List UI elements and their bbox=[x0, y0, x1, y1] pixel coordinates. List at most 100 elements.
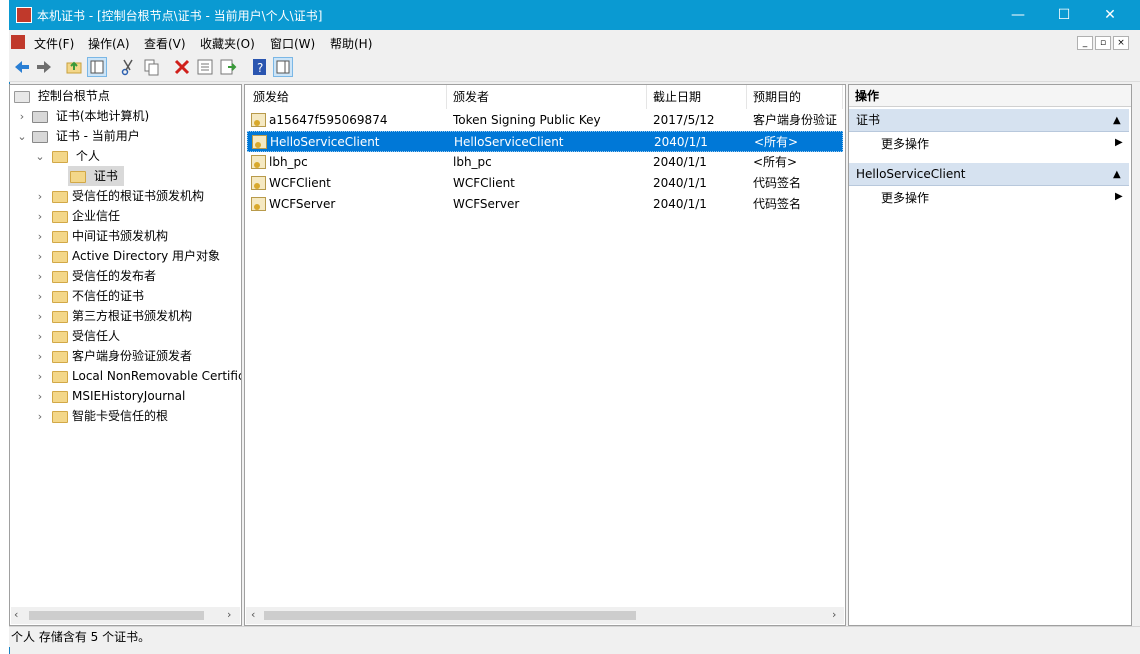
column-header-purposes[interactable]: 预期目的 bbox=[747, 85, 843, 109]
tree-item-trusted-people[interactable]: 受信任人 bbox=[52, 326, 120, 346]
action-section-header-certificates[interactable]: 证书 ▲ bbox=[849, 109, 1129, 132]
scroll-right-icon[interactable]: › bbox=[227, 608, 231, 621]
collapse-up-icon[interactable]: ▲ bbox=[1113, 109, 1121, 132]
child-restore-button[interactable]: ▫ bbox=[1095, 36, 1111, 50]
collapse-up-icon[interactable]: ▲ bbox=[1113, 163, 1121, 186]
chevron-right-icon[interactable]: › bbox=[35, 410, 45, 423]
tree-item-current-user[interactable]: 证书 - 当前用户 bbox=[32, 126, 140, 146]
scroll-right-icon[interactable]: › bbox=[832, 608, 836, 621]
cell-issued-to: WCFClient bbox=[269, 176, 331, 190]
tree-item-trusted-root[interactable]: 受信任的根证书颁发机构 bbox=[52, 186, 204, 206]
column-header-issued-to[interactable]: 颁发给 bbox=[247, 85, 447, 109]
folder-icon bbox=[52, 330, 68, 343]
certificate-icon bbox=[251, 155, 266, 169]
chevron-right-icon[interactable]: › bbox=[35, 310, 45, 323]
tree-item-label: 第三方根证书颁发机构 bbox=[72, 309, 193, 323]
menu-favorites[interactable]: 收藏夹(O) bbox=[200, 35, 255, 52]
tree-item-client-auth-issuers[interactable]: 客户端身份验证颁发者 bbox=[52, 346, 192, 366]
tree-horizontal-scrollbar[interactable]: ‹ › bbox=[11, 607, 240, 624]
tree-item-active-directory[interactable]: Active Directory 用户对象 bbox=[52, 246, 220, 266]
chevron-down-icon[interactable]: ⌄ bbox=[17, 130, 27, 143]
tree-item-third-party-root[interactable]: 第三方根证书颁发机构 bbox=[52, 306, 192, 326]
scroll-left-icon[interactable]: ‹ bbox=[251, 608, 255, 621]
scroll-thumb[interactable] bbox=[29, 611, 204, 620]
action-more-actions[interactable]: 更多操作 bbox=[881, 188, 929, 208]
tree-item-msie-history[interactable]: MSIEHistoryJournal bbox=[52, 386, 185, 406]
folder-icon bbox=[52, 290, 68, 303]
cell-expires: 2040/1/1 bbox=[654, 135, 708, 149]
copy-icon[interactable] bbox=[141, 57, 161, 77]
chevron-right-icon[interactable]: › bbox=[35, 330, 45, 343]
tree-item-label: 证书 bbox=[93, 169, 118, 183]
tree-item-enterprise-trust[interactable]: 企业信任 bbox=[52, 206, 120, 226]
chevron-right-icon[interactable]: › bbox=[35, 250, 45, 263]
scroll-thumb[interactable] bbox=[264, 611, 636, 620]
tree-root-label: 控制台根节点 bbox=[37, 89, 110, 103]
delete-icon[interactable] bbox=[172, 57, 192, 77]
chevron-right-icon[interactable]: › bbox=[35, 390, 45, 403]
child-close-button[interactable]: × bbox=[1113, 36, 1129, 50]
tree-item-intermediate-ca[interactable]: 中间证书颁发机构 bbox=[52, 226, 168, 246]
table-row-selected[interactable]: HelloServiceClient HelloServiceClient 20… bbox=[247, 131, 843, 152]
svg-text:?: ? bbox=[257, 61, 263, 75]
chevron-right-icon[interactable]: › bbox=[35, 190, 45, 203]
tree-item-trusted-publishers[interactable]: 受信任的发布者 bbox=[52, 266, 156, 286]
app-icon bbox=[16, 7, 32, 23]
close-button[interactable]: ✕ bbox=[1087, 0, 1133, 30]
chevron-right-icon[interactable]: › bbox=[35, 230, 45, 243]
up-folder-icon[interactable] bbox=[64, 57, 84, 77]
tree-item-local-computer[interactable]: 证书(本地计算机) bbox=[32, 106, 149, 126]
action-more-actions[interactable]: 更多操作 bbox=[881, 134, 929, 154]
folder-icon bbox=[52, 250, 68, 263]
scroll-left-icon[interactable]: ‹ bbox=[14, 608, 18, 621]
list-horizontal-scrollbar[interactable]: ‹ › bbox=[246, 607, 844, 624]
cut-icon[interactable] bbox=[118, 57, 138, 77]
tree-item-label: 证书(本地计算机) bbox=[55, 109, 150, 123]
tree-root[interactable]: 控制台根节点 bbox=[14, 86, 110, 106]
minimize-button[interactable]: — bbox=[995, 0, 1041, 30]
show-hide-tree-icon[interactable] bbox=[87, 57, 107, 77]
tree-item-label: 企业信任 bbox=[72, 209, 121, 223]
menu-app-icon[interactable] bbox=[11, 35, 25, 49]
menu-help[interactable]: 帮助(H) bbox=[330, 35, 372, 52]
tree-item-untrusted[interactable]: 不信任的证书 bbox=[52, 286, 144, 306]
forward-icon[interactable] bbox=[34, 57, 54, 77]
action-section-header-selected-cert[interactable]: HelloServiceClient ▲ bbox=[849, 163, 1129, 186]
chevron-right-icon[interactable]: › bbox=[35, 290, 45, 303]
menu-action[interactable]: 操作(A) bbox=[88, 35, 130, 52]
table-row[interactable]: WCFClient WCFClient 2040/1/1 代码签名 bbox=[247, 173, 843, 194]
table-row[interactable]: lbh_pc lbh_pc 2040/1/1 <所有> bbox=[247, 152, 843, 173]
cell-issuer: lbh_pc bbox=[453, 155, 492, 169]
menu-view[interactable]: 查看(V) bbox=[144, 35, 186, 52]
tree-item-smartcard-root[interactable]: 智能卡受信任的根 bbox=[52, 406, 168, 426]
chevron-right-icon[interactable]: › bbox=[35, 270, 45, 283]
tree-pane: 控制台根节点 › 证书(本地计算机) ⌄ 证书 - 当前用户 ⌄ 个人 证书 ›… bbox=[9, 84, 242, 626]
table-row[interactable]: WCFServer WCFServer 2040/1/1 代码签名 bbox=[247, 194, 843, 215]
menu-window[interactable]: 窗口(W) bbox=[270, 35, 315, 52]
child-minimize-button[interactable]: _ bbox=[1077, 36, 1093, 50]
chevron-right-icon[interactable]: › bbox=[17, 110, 27, 123]
help-icon[interactable]: ? bbox=[250, 57, 270, 77]
chevron-right-icon[interactable]: › bbox=[35, 210, 45, 223]
maximize-button[interactable]: ☐ bbox=[1041, 0, 1087, 30]
properties-icon[interactable] bbox=[195, 57, 215, 77]
certificate-list-pane: ^ 颁发给 颁发者 截止日期 预期目的 a15647f595069874 Tok… bbox=[244, 84, 846, 626]
export-list-icon[interactable] bbox=[218, 57, 238, 77]
tree-item-label: 证书 - 当前用户 bbox=[55, 129, 140, 143]
cell-purpose: <所有> bbox=[753, 155, 798, 169]
chevron-right-icon[interactable]: › bbox=[35, 350, 45, 363]
chevron-right-icon[interactable]: › bbox=[35, 370, 45, 383]
chevron-down-icon[interactable]: ⌄ bbox=[35, 150, 45, 163]
column-header-expiration[interactable]: 截止日期 bbox=[647, 85, 747, 109]
cell-purpose: 代码签名 bbox=[753, 176, 802, 190]
tree-item-certificates-selected[interactable]: 证书 bbox=[68, 166, 124, 186]
show-action-pane-icon[interactable] bbox=[273, 57, 293, 77]
tree-item-local-nonremovable[interactable]: Local NonRemovable Certific bbox=[52, 366, 241, 386]
tree-item-personal[interactable]: 个人 bbox=[52, 146, 100, 166]
column-header-issuer[interactable]: 颁发者 bbox=[447, 85, 647, 109]
folder-icon bbox=[52, 310, 68, 323]
menu-file[interactable]: 文件(F) bbox=[34, 35, 74, 52]
table-row[interactable]: a15647f595069874 Token Signing Public Ke… bbox=[247, 110, 843, 131]
back-icon[interactable] bbox=[12, 57, 32, 77]
folder-icon bbox=[52, 190, 68, 203]
